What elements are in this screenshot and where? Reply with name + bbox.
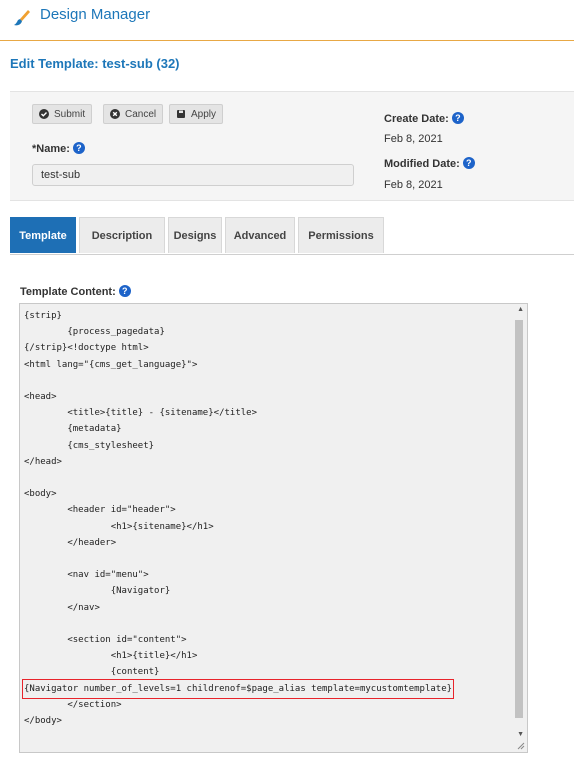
save-icon (176, 109, 186, 119)
apply-label: Apply (191, 108, 217, 120)
highlighted-code-line: {Navigator number_of_levels=1 childrenof… (21, 678, 455, 699)
code-line: <head> (24, 392, 57, 403)
resize-grip-icon[interactable] (517, 742, 525, 750)
modified-date-label: Modified Date:? (384, 157, 475, 170)
code-line: </nav> (24, 602, 100, 613)
tab-advanced[interactable]: Advanced (225, 217, 295, 253)
cancel-label: Cancel (125, 108, 157, 120)
vertical-scrollbar[interactable]: ▲ ▼ (513, 304, 527, 752)
submit-button[interactable]: Submit (32, 104, 93, 124)
code-line: {strip} (24, 311, 62, 321)
scroll-up-arrow-icon[interactable]: ▲ (517, 306, 524, 313)
tab-bar: Template Description Designs Advanced Pe… (10, 217, 574, 255)
code-line: {metadata} (24, 424, 122, 435)
cancel-button[interactable]: Cancel (103, 104, 164, 124)
code-line: <html lang="{cms_get_language}"> (24, 359, 198, 370)
code-line: <h1>{title}</h1> (24, 651, 198, 662)
code-line: <section id="content"> (24, 635, 187, 646)
submit-label: Submit (54, 108, 86, 120)
name-field[interactable] (32, 164, 354, 186)
brush-icon (14, 10, 30, 26)
page-title: Edit Template: test-sub (32) (10, 56, 180, 71)
app-title[interactable]: Design Manager (40, 6, 150, 23)
help-icon[interactable]: ? (72, 142, 85, 154)
code-line: <header id="header"> (24, 505, 176, 516)
code-line: </head> (24, 456, 62, 467)
code-line: </body> (24, 716, 62, 727)
modified-date-value: Feb 8, 2021 (384, 179, 443, 191)
code-line: </header> (24, 537, 117, 548)
scrollbar-thumb[interactable] (515, 320, 523, 718)
code-line: {process_pagedata} (24, 327, 165, 338)
scroll-down-arrow-icon[interactable]: ▼ (517, 731, 524, 738)
tab-designs[interactable]: Designs (168, 217, 222, 253)
help-icon[interactable]: ? (462, 157, 475, 169)
create-date-value: Feb 8, 2021 (384, 133, 443, 145)
code-line: {Navigator} (24, 586, 171, 597)
code-line: <title>{title} - {sitename}</title> (24, 408, 257, 419)
template-content-editor[interactable]: {strip} {process_pagedata} {/strip}<!doct… (19, 303, 528, 753)
check-circle-icon (39, 109, 49, 119)
code-text: {strip} {process_pagedata} {/strip}<!doct… (21, 308, 455, 729)
code-line: {cms_stylesheet} (24, 440, 155, 451)
tab-template[interactable]: Template (10, 217, 76, 253)
top-bar: Design Manager (0, 0, 574, 41)
template-form-panel: Submit Cancel Apply *Name:? Create Date:… (10, 91, 574, 201)
tab-permissions[interactable]: Permissions (298, 217, 384, 253)
code-line: <body> (24, 489, 57, 500)
code-line: </section> (24, 699, 122, 710)
code-line: <h1>{sitename}</h1> (24, 521, 214, 532)
template-content-label: Template Content:? (20, 285, 131, 298)
code-line: {/strip}<!doctype html> (24, 343, 149, 354)
x-circle-icon (110, 109, 120, 119)
tab-description[interactable]: Description (79, 217, 165, 253)
code-line: {content} (24, 667, 160, 678)
create-date-label: Create Date:? (384, 112, 464, 125)
apply-button[interactable]: Apply (169, 104, 224, 124)
name-label: *Name:? (32, 142, 85, 155)
help-icon[interactable]: ? (118, 285, 131, 297)
help-icon[interactable]: ? (451, 112, 464, 124)
code-line: <nav id="menu"> (24, 570, 149, 581)
